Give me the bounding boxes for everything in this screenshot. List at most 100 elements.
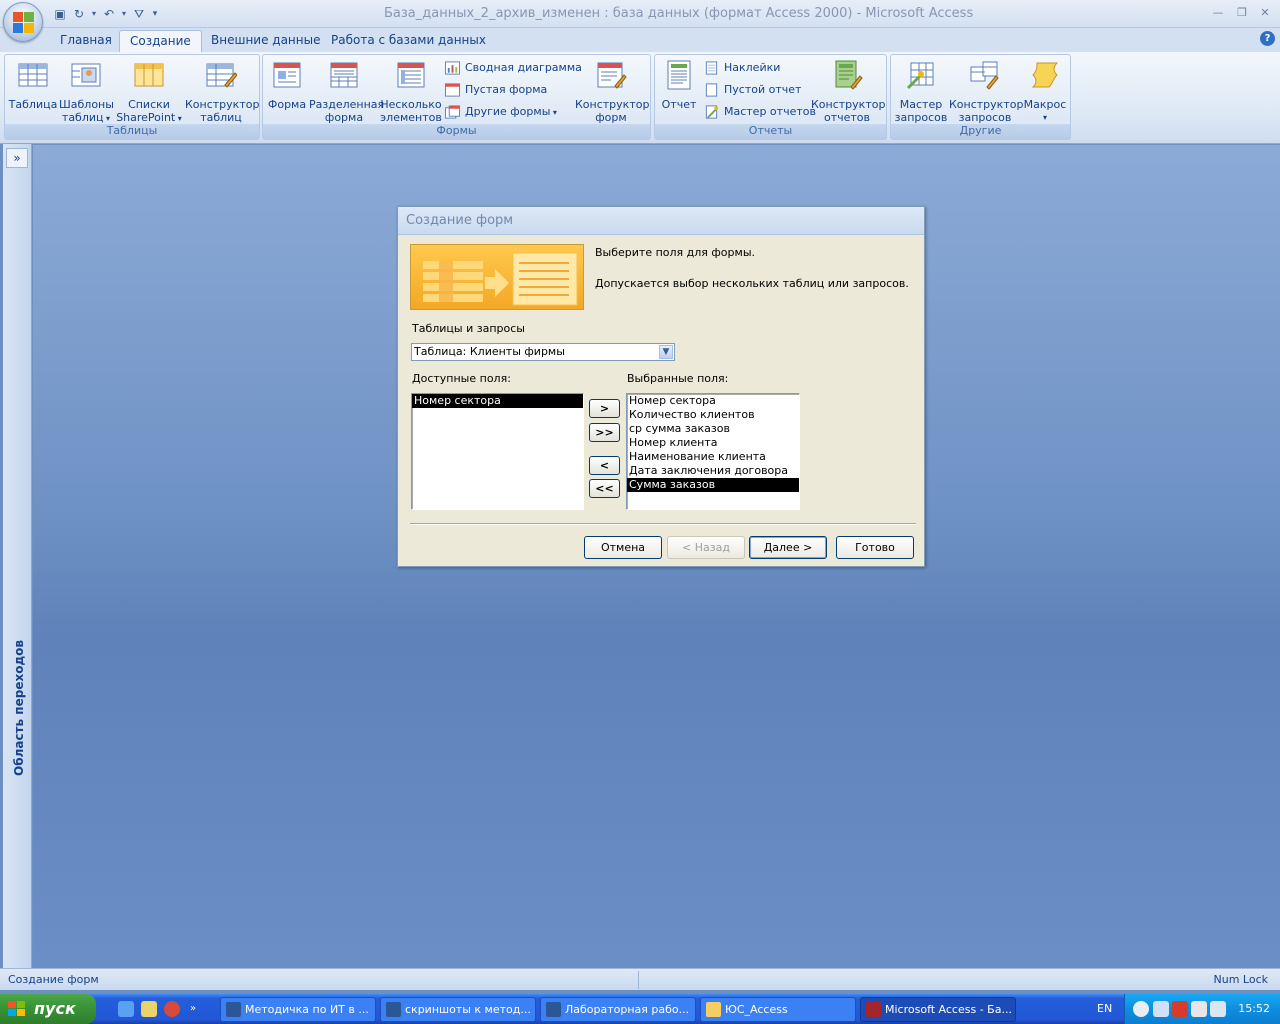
minimize-icon[interactable]: — bbox=[1209, 5, 1227, 21]
multiple-items-label-2: элементов bbox=[380, 111, 442, 124]
report-designer-button[interactable]: Конструктор отчетов bbox=[811, 59, 885, 124]
nav-pane-toggle-button[interactable]: » bbox=[6, 148, 28, 168]
remove-all-button[interactable]: << bbox=[589, 479, 620, 498]
windows-flag-icon bbox=[8, 1001, 26, 1017]
redo-icon[interactable]: ↻ bbox=[71, 6, 87, 22]
customize-qat-icon[interactable]: ▾ bbox=[150, 6, 160, 22]
table-button[interactable]: Таблица bbox=[8, 59, 58, 111]
group-forms: Форма Разделенная форма Несколько элемен… bbox=[262, 54, 651, 140]
labels-button[interactable]: Наклейки bbox=[704, 59, 780, 77]
group-tables-label: Таблицы bbox=[5, 124, 259, 139]
sharepoint-lists-button[interactable]: Списки SharePoint ▾ bbox=[113, 59, 185, 125]
taskbar-item-word-3[interactable]: Лабораторная рабо... bbox=[540, 997, 696, 1022]
blank-form-button[interactable]: Пустая форма bbox=[445, 81, 547, 99]
list-item[interactable]: Номер сектора bbox=[627, 394, 799, 408]
report-designer-icon bbox=[835, 60, 863, 90]
tab-external-data[interactable]: Внешние данные bbox=[201, 30, 330, 52]
pivot-chart-label: Сводная диаграмма bbox=[465, 61, 582, 74]
tab-create[interactable]: Создание bbox=[119, 30, 202, 52]
folder-icon bbox=[706, 1002, 721, 1017]
form-designer-button[interactable]: Конструктор форм bbox=[575, 59, 649, 124]
taskbar-item-word-2[interactable]: скриншоты к метод... bbox=[380, 997, 536, 1022]
macro-scroll-icon bbox=[1031, 62, 1059, 88]
pivot-chart-button[interactable]: Сводная диаграмма bbox=[445, 59, 582, 77]
taskbar-item-label: ЮС_Access bbox=[725, 1003, 788, 1016]
tab-home[interactable]: Главная bbox=[50, 30, 122, 52]
split-form-icon bbox=[330, 62, 358, 88]
title-bar: ▣ ↻ ▾ ↶ ▾ ⛛ ▾ База_данных_2_архив_измене… bbox=[0, 0, 1280, 42]
save-icon[interactable]: ▣ bbox=[52, 6, 68, 22]
query-wizard-button[interactable]: Мастер запросов bbox=[893, 59, 949, 124]
tab-database-tools[interactable]: Работа с базами данных bbox=[321, 30, 496, 52]
group-forms-label: Формы bbox=[263, 124, 650, 139]
undo-icon[interactable]: ↶ bbox=[101, 6, 117, 22]
quick-access-toolbar: ▣ ↻ ▾ ↶ ▾ ⛛ ▾ bbox=[52, 5, 163, 22]
form-label: Форма bbox=[267, 98, 307, 111]
back-button[interactable]: < Назад bbox=[667, 536, 745, 559]
dropdown-icon[interactable]: ▾ bbox=[120, 6, 128, 22]
chevron-down-icon[interactable]: ▼ bbox=[659, 345, 673, 359]
back-arrow-icon[interactable] bbox=[1133, 1001, 1149, 1017]
cancel-button[interactable]: Отмена bbox=[584, 536, 662, 559]
list-item[interactable]: Дата заключения договора bbox=[627, 464, 799, 478]
move-all-button[interactable]: >> bbox=[589, 423, 620, 442]
word-icon bbox=[546, 1002, 561, 1017]
restore-icon[interactable]: ❐ bbox=[1233, 5, 1251, 21]
filter-icon[interactable]: ⛛ bbox=[131, 6, 147, 22]
start-button[interactable]: пуск bbox=[0, 994, 96, 1024]
opera-icon[interactable] bbox=[164, 1001, 180, 1017]
split-form-label-1: Разделенная bbox=[309, 98, 385, 111]
selected-fields-label: Выбранные поля: bbox=[627, 372, 729, 385]
desktop-icon[interactable] bbox=[141, 1001, 157, 1017]
split-form-button[interactable]: Разделенная форма bbox=[309, 59, 385, 124]
list-item[interactable]: Количество клиентов bbox=[627, 408, 799, 422]
list-item[interactable]: Номер сектора bbox=[412, 394, 583, 408]
report-button[interactable]: Отчет bbox=[659, 59, 699, 111]
list-item[interactable]: Сумма заказов bbox=[627, 478, 799, 492]
finish-button[interactable]: Готово bbox=[836, 536, 914, 559]
taskbar-item-word-1[interactable]: Методичка по ИТ в ... bbox=[220, 997, 376, 1022]
tables-queries-select[interactable]: Таблица: Клиенты фирмы ▼ bbox=[411, 343, 675, 361]
available-fields-list[interactable]: Номер сектора bbox=[411, 393, 584, 510]
form-button[interactable]: Форма bbox=[267, 59, 307, 111]
form-wizard-dialog: Создание форм Выберите поля для формы. Д… bbox=[397, 206, 925, 567]
taskbar-item-access[interactable]: Microsoft Access - Ба... bbox=[860, 997, 1016, 1022]
help-icon[interactable]: ? bbox=[1260, 31, 1275, 46]
other-forms-button[interactable]: Другие формы ▾ bbox=[445, 103, 557, 121]
ie-icon[interactable] bbox=[118, 1001, 134, 1017]
list-item[interactable]: Наименование клиента bbox=[627, 450, 799, 464]
status-bar: Создание форм Num Lock bbox=[0, 968, 1280, 990]
taskbar-item-label: Методичка по ИТ в ... bbox=[245, 1003, 369, 1016]
pen-icon[interactable] bbox=[1153, 1001, 1169, 1017]
network-icon[interactable] bbox=[1191, 1001, 1207, 1017]
antivirus-icon[interactable] bbox=[1172, 1001, 1188, 1017]
multiple-items-button[interactable]: Несколько элементов bbox=[379, 59, 443, 124]
table-designer-button[interactable]: Конструктор таблиц bbox=[185, 59, 259, 124]
query-designer-button[interactable]: Конструктор запросов bbox=[949, 59, 1023, 124]
close-icon[interactable]: ✕ bbox=[1256, 5, 1274, 21]
dropdown-icon: ▾ bbox=[1042, 113, 1047, 122]
query-designer-label-2: запросов bbox=[958, 111, 1012, 124]
macro-button[interactable]: Макрос ▾ bbox=[1021, 59, 1069, 124]
list-item[interactable]: ср сумма заказов bbox=[627, 422, 799, 436]
navigation-pane: » Область переходов bbox=[3, 144, 32, 968]
next-button[interactable]: Далее > bbox=[749, 536, 827, 559]
taskbar-item-folder[interactable]: ЮС_Access bbox=[700, 997, 856, 1022]
language-indicator[interactable]: EN bbox=[1097, 1002, 1112, 1015]
dropdown-icon[interactable]: ▾ bbox=[90, 6, 98, 22]
chevron-right-icon[interactable]: » bbox=[190, 1001, 200, 1017]
blank-form-label: Пустая форма bbox=[465, 83, 548, 96]
table-templates-button[interactable]: Шаблоны таблиц ▾ bbox=[59, 59, 114, 125]
start-label: пуск bbox=[34, 999, 76, 1018]
nav-pane-collapsed-bar[interactable]: Область переходов bbox=[8, 640, 28, 779]
list-item[interactable]: Номер клиента bbox=[627, 436, 799, 450]
office-button[interactable] bbox=[3, 2, 43, 42]
system-tray: EN 15:52 bbox=[1097, 994, 1280, 1024]
remove-one-button[interactable]: < bbox=[589, 456, 620, 475]
report-wizard-button[interactable]: Мастер отчетов bbox=[704, 103, 816, 121]
query-wizard-icon bbox=[906, 62, 934, 90]
selected-fields-list[interactable]: Номер сектора Количество клиентов ср сум… bbox=[626, 393, 800, 510]
blank-report-button[interactable]: Пустой отчет bbox=[704, 81, 801, 99]
move-one-button[interactable]: > bbox=[589, 399, 620, 418]
volume-icon[interactable] bbox=[1210, 1001, 1226, 1017]
